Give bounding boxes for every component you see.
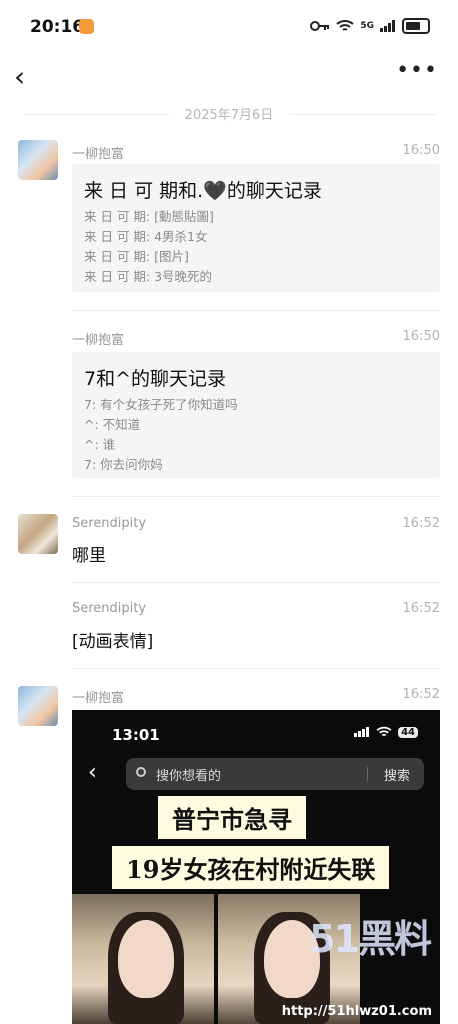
screenshot-search-bar: 搜你想看的 搜索 — [126, 758, 424, 790]
avatar[interactable] — [18, 140, 58, 180]
battery-icon — [402, 18, 430, 34]
chat-record-line: 7: 有个女孩子死了你知道吗 — [84, 397, 238, 412]
chat-record-card[interactable]: 来 日 可 期和.🖤的聊天记录 来 日 可 期: [動態貼圖] 来 日 可 期:… — [72, 164, 440, 292]
watermark-url: http://51hlwz01.com — [281, 1004, 432, 1019]
chat-record-title: 7和^的聊天记录 — [84, 368, 227, 390]
chat-record-line: 7: 你去问你妈 — [84, 457, 163, 472]
chevron-left-icon: ‹ — [88, 760, 97, 785]
photo-left — [72, 894, 214, 1024]
more-options-button[interactable]: ••• — [396, 58, 438, 83]
message-divider — [72, 496, 440, 497]
search-button-label: 搜索 — [383, 769, 410, 784]
message-text[interactable]: 哪里 — [72, 541, 106, 566]
app-notification-icon — [79, 19, 94, 34]
date-divider-line-right — [290, 114, 436, 115]
chat-record-card[interactable]: 7和^的聊天记录 7: 有个女孩子死了你知道吗 ^: 不知道 ^: 谁 7: 你… — [72, 352, 440, 478]
status-icons: 5G — [310, 18, 430, 34]
message-time: 16:52 — [402, 516, 440, 531]
message-time: 16:50 — [402, 329, 440, 344]
status-time: 20:16 — [30, 17, 85, 37]
back-button[interactable]: ‹ — [14, 60, 25, 93]
chat-record-line: ^: 谁 — [84, 437, 116, 452]
key-icon — [310, 21, 330, 31]
avatar[interactable] — [18, 514, 58, 554]
message-time: 16:52 — [402, 687, 440, 702]
image-message[interactable]: 13:01 44 ‹ 搜你想看的 搜索 普宁市急寻 19岁女孩在村附近失联 51… — [72, 710, 440, 1024]
signal-icon — [380, 20, 395, 32]
sender-name: 一柳抱富 — [72, 333, 125, 348]
headline-1: 普宁市急寻 — [158, 796, 306, 839]
network-label: 5G — [360, 21, 374, 31]
sender-name: Serendipity — [72, 516, 147, 531]
chat-record-title: 来 日 可 期和.🖤的聊天记录 — [84, 180, 322, 202]
screenshot-status-icons: 44 — [354, 726, 418, 738]
chat-record-line: 来 日 可 期: 3号晚死的 — [84, 269, 213, 284]
headline-2: 19岁女孩在村附近失联 — [112, 846, 390, 889]
photo-face — [118, 920, 174, 998]
search-divider — [367, 767, 368, 781]
wifi-icon — [376, 726, 392, 737]
signal-icon — [354, 727, 370, 737]
wifi-icon — [336, 20, 355, 31]
avatar[interactable] — [18, 686, 58, 726]
watermark-logo: 51黑料 — [309, 917, 432, 961]
sender-name: 一柳抱富 — [72, 147, 125, 162]
message-divider — [72, 582, 440, 583]
message-divider — [72, 310, 440, 311]
sender-name: Serendipity — [72, 601, 147, 616]
message-time: 16:50 — [402, 143, 440, 158]
screenshot-time: 13:01 — [112, 726, 160, 744]
chat-record-line: 来 日 可 期: [動態貼圖] — [84, 209, 214, 224]
chat-record-line: ^: 不知道 — [84, 417, 141, 432]
animated-sticker-message[interactable]: [动画表情] — [72, 627, 153, 652]
chat-header: ‹ ••• — [0, 52, 458, 98]
search-icon — [136, 767, 146, 777]
search-placeholder: 搜你想看的 — [156, 769, 222, 784]
chat-record-line: 来 日 可 期: 4男杀1女 — [84, 229, 208, 244]
status-bar: 20:16 5G — [0, 0, 458, 52]
chat-record-line: 来 日 可 期: [图片] — [84, 249, 189, 264]
battery-icon: 44 — [398, 726, 418, 738]
sender-name: 一柳抱富 — [72, 691, 125, 706]
message-time: 16:52 — [402, 601, 440, 616]
message-divider — [72, 668, 440, 669]
